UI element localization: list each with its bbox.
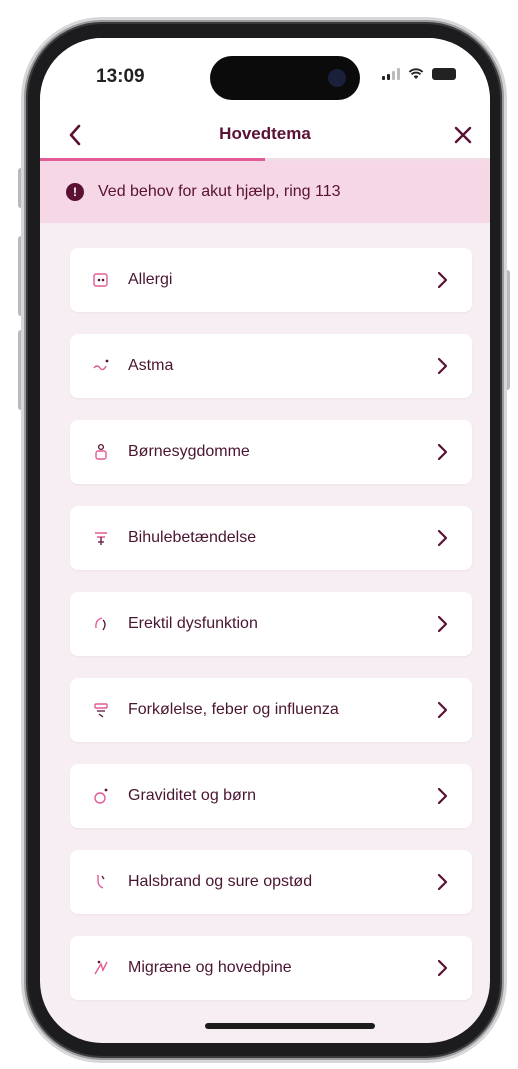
- topic-item-graviditet[interactable]: Graviditet og børn: [70, 764, 472, 828]
- topic-item-allergi[interactable]: Allergi: [70, 248, 472, 312]
- chevron-right-icon: [437, 787, 448, 805]
- topic-item-forkoelelse[interactable]: Forkølelse, feber og influenza: [70, 678, 472, 742]
- child-illness-icon: [90, 441, 112, 463]
- nav-bar: Hovedtema: [40, 110, 490, 160]
- battery-icon: [432, 68, 456, 80]
- topic-label: Halsbrand og sure opstød: [128, 873, 313, 890]
- pregnancy-icon: [90, 785, 112, 807]
- chevron-right-icon: [437, 271, 448, 289]
- topic-item-boernesygdomme[interactable]: Børnesygdomme: [70, 420, 472, 484]
- emergency-banner: ! Ved behov for akut hjælp, ring 113: [40, 161, 490, 223]
- erectile-dysfunction-icon: [90, 613, 112, 635]
- topic-item-bihulebetaendelse[interactable]: Bihulebetændelse: [70, 506, 472, 570]
- chevron-right-icon: [437, 443, 448, 461]
- chevron-right-icon: [437, 357, 448, 375]
- page-title: Hovedtema: [219, 124, 311, 143]
- chevron-right-icon: [437, 701, 448, 719]
- emergency-text: Ved behov for akut hjælp, ring 113: [98, 183, 341, 200]
- heartburn-icon: [90, 871, 112, 893]
- migraine-icon: [90, 957, 112, 979]
- topic-label: Allergi: [128, 271, 173, 288]
- topic-label: Astma: [128, 357, 174, 374]
- chevron-right-icon: [437, 959, 448, 977]
- close-icon: [454, 126, 472, 144]
- topic-list: Allergi Astma Børnesygdomme Bihulebetænd…: [70, 248, 472, 1022]
- cold-flu-icon: [90, 699, 112, 721]
- status-time: 13:09: [96, 66, 145, 87]
- topic-label: Børnesygdomme: [128, 443, 250, 460]
- sinusitis-icon: [90, 527, 112, 549]
- chevron-right-icon: [437, 873, 448, 891]
- status-bar: 13:09: [40, 38, 490, 110]
- info-icon: !: [66, 183, 84, 201]
- power-button: [504, 270, 510, 390]
- topic-label: Erektil dysfunktion: [128, 615, 258, 632]
- topic-label: Migræne og hovedpine: [128, 959, 292, 976]
- wifi-icon: [408, 68, 424, 79]
- topic-label: Graviditet og børn: [128, 787, 257, 804]
- dynamic-island: [210, 56, 360, 100]
- topic-item-migraene[interactable]: Migræne og hovedpine: [70, 936, 472, 1000]
- topic-label: Forkølelse, feber og influenza: [128, 701, 339, 718]
- asthma-icon: [90, 355, 112, 377]
- topic-item-erektil-dysfunktion[interactable]: Erektil dysfunktion: [70, 592, 472, 656]
- chevron-right-icon: [437, 615, 448, 633]
- close-button[interactable]: [446, 118, 480, 152]
- allergy-icon: [90, 269, 112, 291]
- chevron-right-icon: [437, 529, 448, 547]
- topic-item-halsbrand[interactable]: Halsbrand og sure opstød: [70, 850, 472, 914]
- home-indicator[interactable]: [205, 1023, 375, 1029]
- topic-label: Bihulebetændelse: [128, 529, 257, 546]
- cellular-signal-icon: [382, 68, 400, 80]
- screen: 13:09 Hovedtema ! Ved behov for akut hjæ…: [40, 38, 490, 1043]
- topic-item-astma[interactable]: Astma: [70, 334, 472, 398]
- status-icons: [382, 68, 456, 80]
- front-camera: [328, 69, 346, 87]
